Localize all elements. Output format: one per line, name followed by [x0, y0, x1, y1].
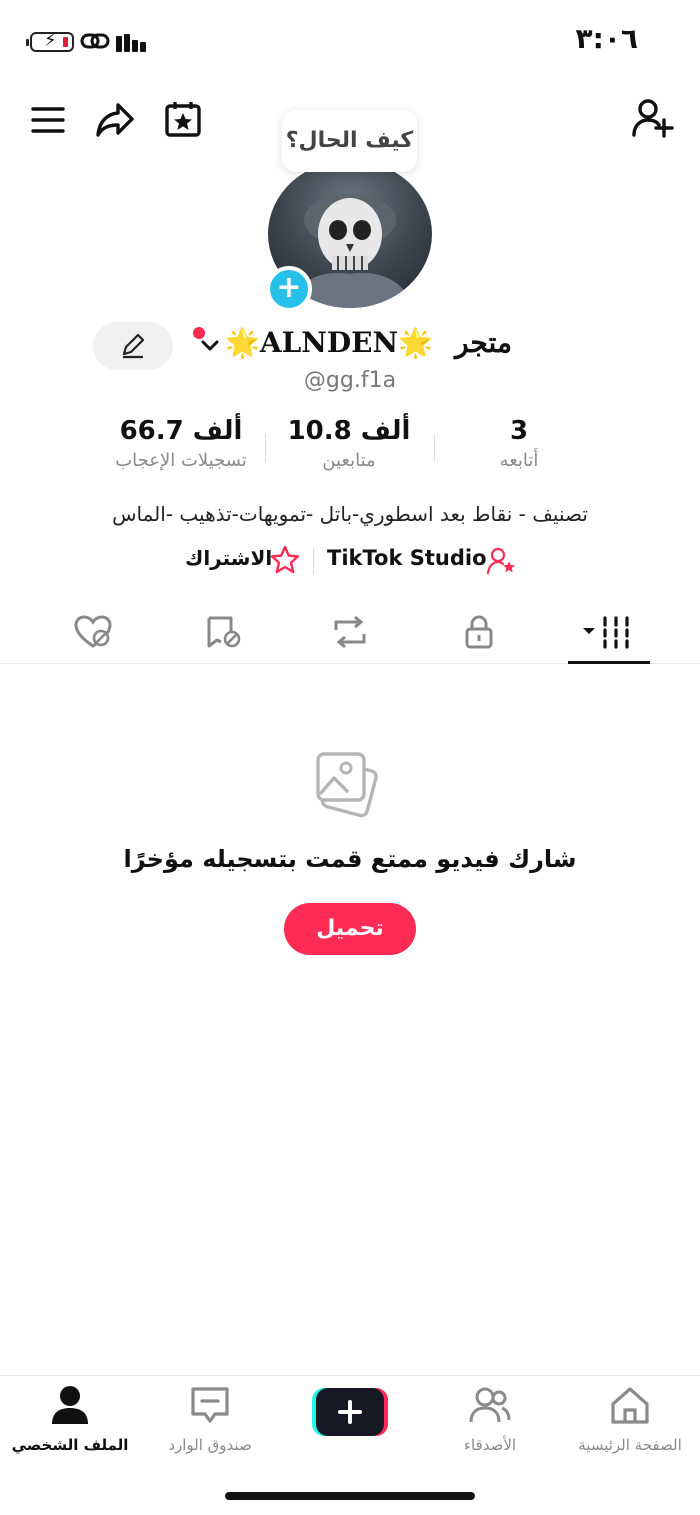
- grid-videos-icon: [583, 616, 629, 649]
- tab-favorites[interactable]: [178, 600, 268, 664]
- friends-icon: [469, 1387, 511, 1423]
- bookmark-hidden-icon: [207, 616, 241, 648]
- upload-button[interactable]: تحميل: [284, 903, 416, 955]
- nav-home[interactable]: الصفحة الرئيسية: [560, 1384, 700, 1454]
- photos-icon: [312, 748, 388, 824]
- tab-videos[interactable]: [564, 600, 654, 664]
- display-name: 🌟ALNDEN🌟 متجر: [225, 326, 515, 366]
- star-emoji-icon: 🌟: [225, 326, 260, 359]
- followers-count: 10.8 ألف: [287, 416, 411, 446]
- nav-home-label: الصفحة الرئيسية: [578, 1436, 682, 1454]
- nav-inbox[interactable]: صندوق الوارد: [140, 1384, 280, 1454]
- bio: تصنيف - نقاط بعد اسطوري-باتل -تمويهات-تذ…: [112, 502, 588, 526]
- chevron-down-icon[interactable]: [200, 336, 220, 356]
- status-bubble[interactable]: كيف الحال؟: [282, 110, 417, 172]
- add-avatar-button[interactable]: +: [266, 266, 312, 312]
- username: @gg.f1a: [303, 368, 397, 393]
- create-button[interactable]: [312, 1388, 388, 1436]
- likes-stat[interactable]: 66.7 ألف تسجيلات الإعجاب: [96, 416, 266, 471]
- links-divider: [313, 548, 314, 574]
- display-name-suffix: متجر: [454, 326, 512, 359]
- battery-icon: ⚡: [26, 31, 74, 52]
- studio-icon[interactable]: [486, 546, 517, 576]
- followers-stat[interactable]: 10.8 ألف متابعين: [264, 416, 434, 471]
- followers-label: متابعين: [322, 450, 376, 471]
- content-tabs: [0, 600, 700, 664]
- following-stat[interactable]: 3 أتابعه: [434, 416, 604, 471]
- subscribe-icon[interactable]: [270, 545, 300, 575]
- profile-icon: [52, 1386, 88, 1424]
- nav-inbox-label: صندوق الوارد: [168, 1436, 252, 1454]
- edit-profile-button[interactable]: [93, 322, 173, 370]
- lock-icon: [465, 615, 493, 649]
- following-count: 3: [509, 416, 529, 446]
- following-label: أتابعه: [499, 450, 539, 471]
- status-time: ٣:٠٦: [575, 22, 638, 55]
- add-friend-icon[interactable]: [628, 96, 678, 140]
- nav-profile[interactable]: الملف الشخصي: [0, 1384, 140, 1454]
- nav-profile-label: الملف الشخصي: [11, 1436, 129, 1454]
- link-icon: [80, 33, 110, 49]
- likes-label: تسجيلات الإعجاب: [115, 450, 247, 471]
- stat-divider: [434, 434, 435, 462]
- likes-count: 66.7 ألف: [119, 416, 243, 446]
- empty-state-title: شارك فيديو ممتع قمت بتسجيله مؤخرًا: [123, 845, 577, 873]
- liked-hidden-icon: [74, 615, 112, 648]
- inbox-icon: [191, 1387, 229, 1423]
- active-tab-indicator: [568, 661, 650, 664]
- tiktok-studio-link[interactable]: TikTok Studio: [327, 546, 487, 576]
- home-icon: [611, 1387, 649, 1424]
- nav-friends[interactable]: الأصدقاء: [420, 1384, 560, 1454]
- subscribe-link-text[interactable]: الاشتراك: [185, 546, 272, 576]
- tab-private[interactable]: [434, 600, 524, 664]
- star-emoji-icon: 🌟: [398, 326, 433, 359]
- create-icon: [312, 1388, 388, 1436]
- repost-icon: [334, 615, 366, 649]
- share-icon[interactable]: [92, 97, 138, 143]
- home-indicator: [225, 1492, 475, 1500]
- menu-icon[interactable]: [26, 100, 70, 140]
- tab-reposts[interactable]: [305, 600, 395, 664]
- nav-friends-label: الأصدقاء: [463, 1436, 517, 1454]
- signal-icon: [116, 30, 150, 52]
- calendar-star-icon[interactable]: [160, 96, 206, 142]
- display-name-text: ALNDEN: [259, 326, 399, 359]
- tab-liked[interactable]: [48, 600, 138, 664]
